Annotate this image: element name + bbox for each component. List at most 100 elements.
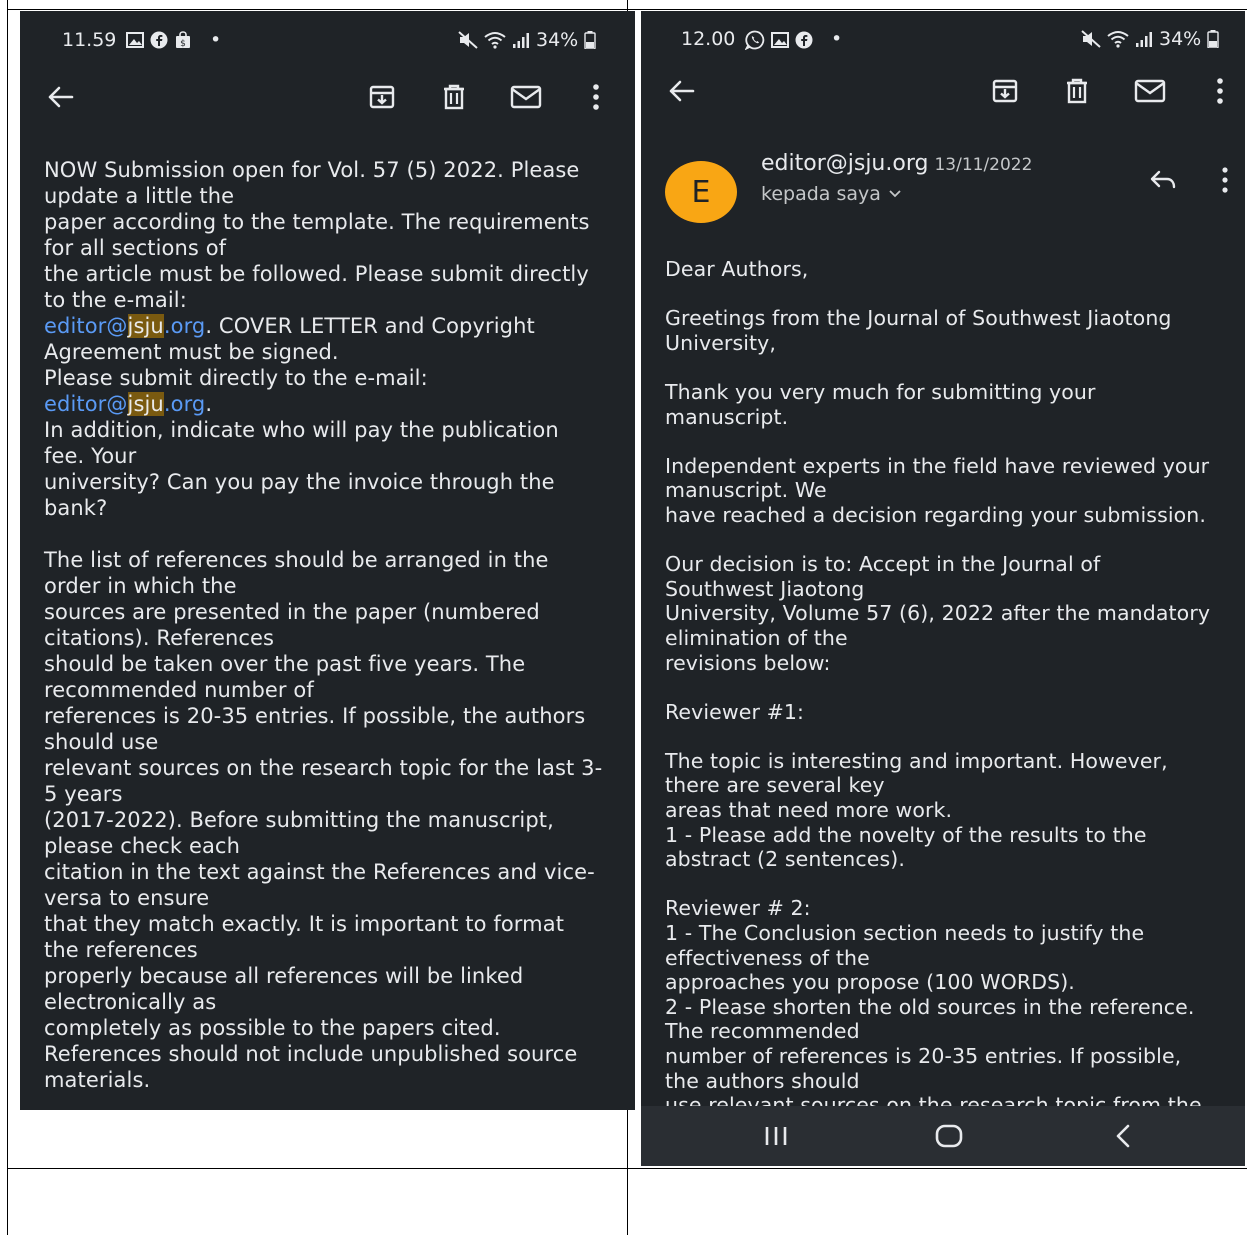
body-line: number of references is 20-35 entries. I…	[665, 1044, 1182, 1068]
body-line: Dear Authors,	[665, 257, 809, 281]
body-line: the article must be followed. Please sub…	[44, 262, 589, 286]
body-line: citations). References	[44, 626, 275, 650]
body-line: properly because all references will be …	[44, 964, 524, 988]
mute-icon	[1081, 30, 1101, 48]
body-line: The topic is interesting and important. …	[665, 748, 1168, 773]
email-link[interactable]: editor@jsju.org	[44, 314, 205, 338]
body-line: Independent experts in the field have re…	[665, 453, 1210, 478]
body-line: 2 - Please shorten the old sources in th…	[665, 994, 1195, 1019]
battery-icon	[584, 31, 596, 49]
body-line: versa to ensure	[44, 886, 210, 910]
mark-unread-button[interactable]	[1130, 71, 1170, 111]
archive-icon	[369, 85, 395, 109]
toolbar	[20, 67, 635, 129]
mail-icon	[510, 85, 542, 109]
body-line: editor@jsju.org. COVER LETTER and Copyri…	[44, 313, 602, 339]
body-line: please check each	[44, 834, 240, 858]
body-line	[665, 528, 1210, 553]
signal-icon	[1136, 32, 1152, 47]
recent-apps-button[interactable]	[756, 1120, 796, 1152]
svg-text:$: $	[180, 39, 186, 49]
body-line: manuscript.	[665, 404, 789, 429]
body-line: areas that need more work.	[665, 798, 953, 823]
home-button[interactable]	[929, 1120, 969, 1152]
back-button[interactable]	[661, 71, 701, 111]
status-bar: 11.59 $ • 34%	[20, 11, 635, 69]
body-line: bank?	[44, 496, 108, 520]
back-button[interactable]	[40, 77, 80, 117]
recent-apps-icon	[765, 1127, 787, 1145]
body-line: effectiveness of the	[665, 945, 870, 970]
delete-button[interactable]	[1057, 71, 1097, 111]
avatar[interactable]: E	[665, 161, 737, 223]
body-line: NOW Submission open for Vol. 57 (5) 2022…	[44, 158, 580, 182]
body-line: Our decision is to: Accept in the Journa…	[665, 552, 1101, 577]
status-right-icons: 34%	[458, 29, 596, 51]
frame-top-border	[7, 9, 1247, 10]
mark-unread-button[interactable]	[506, 77, 546, 117]
body-text-segment: .	[205, 392, 213, 416]
battery-icon	[1207, 30, 1219, 48]
battery-level: 34%	[536, 29, 579, 51]
facebook-icon	[150, 31, 168, 49]
status-bar: 12.00 • 34%	[641, 11, 1245, 69]
body-line: University,	[665, 330, 777, 355]
body-line: 5 years	[44, 782, 123, 806]
email-body: Dear Authors, Greetings from the Journal…	[665, 257, 1210, 1118]
more-vert-icon	[1217, 78, 1223, 104]
sender-email[interactable]: editor@jsju.org	[761, 151, 928, 176]
body-line: Thank you very much for submitting your	[665, 379, 1096, 404]
wifi-icon	[1107, 31, 1129, 48]
body-line: there are several key	[665, 773, 885, 798]
body-line: to the e-mail:	[44, 288, 187, 312]
reply-button[interactable]	[1145, 163, 1181, 197]
body-line: References should not include unpublishe…	[44, 1042, 578, 1066]
notification-icons: $	[126, 31, 192, 49]
right-email-screen: 12.00 • 34% E editor@jsju.org 13/11/2022…	[641, 11, 1245, 1166]
body-line: manuscript. We	[665, 478, 827, 503]
recipient-toggle[interactable]: kepada saya	[761, 183, 901, 205]
archive-icon	[992, 79, 1018, 103]
email-link[interactable]: editor@jsju.org	[44, 392, 205, 416]
body-line: Please submit directly to the e-mail:	[44, 366, 428, 390]
more-options-button[interactable]	[576, 77, 616, 117]
body-line	[665, 429, 1210, 454]
body-line: materials.	[44, 1068, 151, 1092]
more-options-button[interactable]	[1200, 71, 1240, 111]
body-line: completely as possible to the papers cit…	[44, 1016, 501, 1040]
body-line: The list of references should be arrange…	[44, 548, 549, 572]
body-line: editor@jsju.org.	[44, 391, 602, 417]
body-line: Agreement must be signed.	[44, 340, 339, 364]
sent-date: 13/11/2022	[934, 155, 1033, 175]
body-line: update a little the	[44, 184, 235, 208]
status-right-icons: 34%	[1081, 28, 1219, 50]
body-line: revisions below:	[665, 650, 831, 675]
body-line: approaches you propose (100 WORDS).	[665, 970, 1075, 995]
email-link-part: editor@	[44, 314, 128, 338]
more-vert-icon	[1222, 167, 1228, 193]
body-line: should use	[44, 730, 159, 754]
nav-back-button[interactable]	[1103, 1120, 1143, 1152]
body-line: paper according to the template. The req…	[44, 210, 590, 234]
body-line: citation in the text against the Referen…	[44, 860, 595, 884]
email-link-part: .org	[163, 314, 206, 338]
message-more-button[interactable]	[1215, 163, 1235, 197]
body-line: relevant sources on the research topic f…	[44, 756, 603, 780]
sender-header: E editor@jsju.org 13/11/2022 kepada saya	[641, 151, 1245, 241]
archive-button[interactable]	[362, 77, 402, 117]
trash-icon	[444, 84, 464, 110]
delete-button[interactable]	[434, 77, 474, 117]
body-line: the authors should	[665, 1068, 860, 1093]
body-line: university? Can you pay the invoice thro…	[44, 470, 555, 494]
email-link-part: .org	[163, 392, 206, 416]
facebook-icon	[795, 31, 813, 49]
email-body: NOW Submission open for Vol. 57 (5) 2022…	[44, 157, 602, 1093]
system-nav-bar	[641, 1106, 1245, 1166]
gallery-icon	[771, 32, 789, 48]
body-line: have reached a decision regarding your s…	[665, 502, 1207, 527]
archive-button[interactable]	[985, 71, 1025, 111]
body-line: Reviewer #1:	[665, 699, 805, 724]
status-dot: •	[210, 29, 222, 51]
frame-left-border	[7, 0, 8, 1235]
arrow-left-icon	[48, 86, 74, 108]
